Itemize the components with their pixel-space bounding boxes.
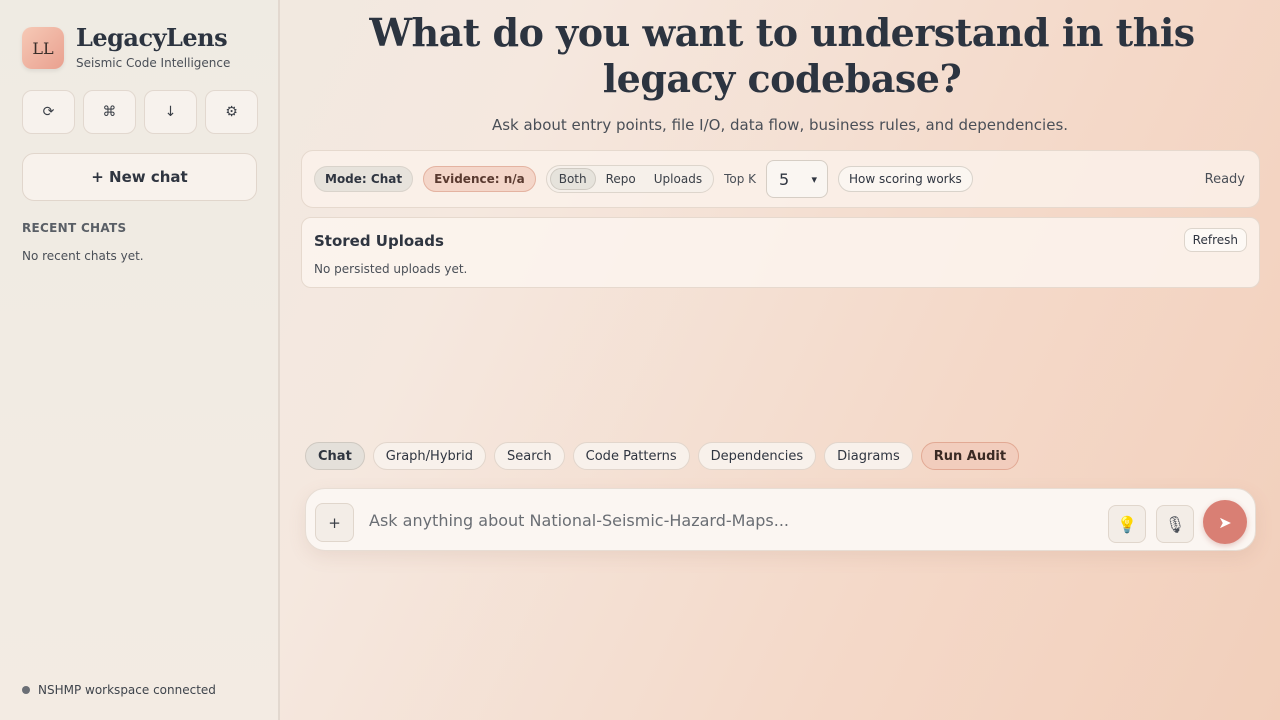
app-tagline: Seismic Code Intelligence: [76, 56, 231, 70]
microphone-icon: 🎙: [1164, 514, 1186, 534]
recent-chats-empty: No recent chats yet.: [22, 249, 144, 263]
how-scoring-button[interactable]: How scoring works: [838, 166, 973, 192]
status-dot-icon: [22, 686, 30, 694]
evidence-badge: Evidence: n/a: [423, 166, 536, 192]
mode-search[interactable]: Search: [493, 442, 565, 470]
app-logo: LL: [22, 27, 64, 69]
sidebar: LL LegacyLens Seismic Code Intelligence …: [0, 0, 280, 720]
mode-code-patterns[interactable]: Code Patterns: [572, 442, 690, 470]
headline-line-1: What do you want to understand in this: [369, 10, 1195, 55]
refresh-button[interactable]: ⟳: [22, 90, 75, 134]
refresh-uploads-button[interactable]: Refresh: [1183, 228, 1247, 252]
mode-diagrams[interactable]: Diagrams: [824, 442, 913, 470]
topk-select[interactable]: 5 ▾: [766, 160, 829, 198]
prompt-input[interactable]: [369, 505, 1089, 535]
stored-uploads-empty: No persisted uploads yet.: [314, 262, 468, 276]
source-toggle: Both Repo Uploads: [545, 165, 715, 193]
voice-button[interactable]: 🎙: [1156, 505, 1194, 543]
attach-button[interactable]: +: [315, 503, 354, 542]
sidebar-icon-row: ⟳ ⌘ ↓ ⚙: [22, 90, 258, 134]
brand-text: LegacyLens Seismic Code Intelligence: [76, 23, 231, 71]
plus-icon: +: [328, 513, 341, 532]
download-icon: ↓: [164, 104, 177, 120]
send-button[interactable]: ➤: [1203, 500, 1247, 544]
run-audit-button[interactable]: Run Audit: [920, 442, 1020, 470]
page-headline: What do you want to understand in this l…: [300, 10, 1264, 102]
brand: LL LegacyLens Seismic Code Intelligence: [22, 26, 230, 70]
source-both[interactable]: Both: [549, 168, 596, 190]
workspace-status-text: NSHMP workspace connected: [38, 683, 216, 697]
page-subheading: Ask about entry points, file I/O, data f…: [491, 116, 1069, 134]
settings-button[interactable]: ⚙: [205, 90, 258, 134]
mode-badge: Mode: Chat: [314, 166, 414, 192]
composer: + 💡 🎙 ➤: [305, 488, 1256, 551]
topk-label: Top K: [724, 172, 757, 186]
command-icon: ⌘: [102, 104, 117, 120]
command-button[interactable]: ⌘: [83, 90, 136, 134]
app-name: LegacyLens: [76, 23, 228, 52]
send-icon: ➤: [1218, 512, 1232, 532]
query-toolbar: Mode: Chat Evidence: n/a Both Repo Uploa…: [301, 150, 1260, 208]
workspace-status: NSHMP workspace connected: [22, 683, 216, 697]
source-repo[interactable]: Repo: [598, 168, 644, 190]
stored-uploads-panel: Stored Uploads No persisted uploads yet.…: [301, 217, 1260, 288]
suggestions-button[interactable]: 💡: [1108, 505, 1146, 543]
mode-graph-hybrid[interactable]: Graph/Hybrid: [372, 442, 486, 470]
headline-line-2: legacy codebase?: [602, 56, 962, 101]
stored-uploads-title: Stored Uploads: [314, 232, 444, 250]
download-button[interactable]: ↓: [144, 90, 197, 134]
source-uploads[interactable]: Uploads: [646, 168, 710, 190]
mode-chat[interactable]: Chat: [305, 442, 365, 470]
recent-chats-heading: RECENT CHATS: [22, 221, 127, 235]
new-chat-button[interactable]: + New chat: [22, 153, 257, 201]
mode-dependencies[interactable]: Dependencies: [697, 442, 817, 470]
refresh-icon: ⟳: [42, 104, 55, 120]
gear-icon: ⚙: [225, 104, 238, 120]
chevron-down-icon: ▾: [811, 172, 818, 186]
mode-tabs: Chat Graph/Hybrid Search Code Patterns D…: [305, 442, 1020, 470]
topk-value: 5: [779, 169, 790, 189]
status-text: Ready: [1204, 171, 1245, 187]
lightbulb-icon: 💡: [1117, 514, 1137, 534]
